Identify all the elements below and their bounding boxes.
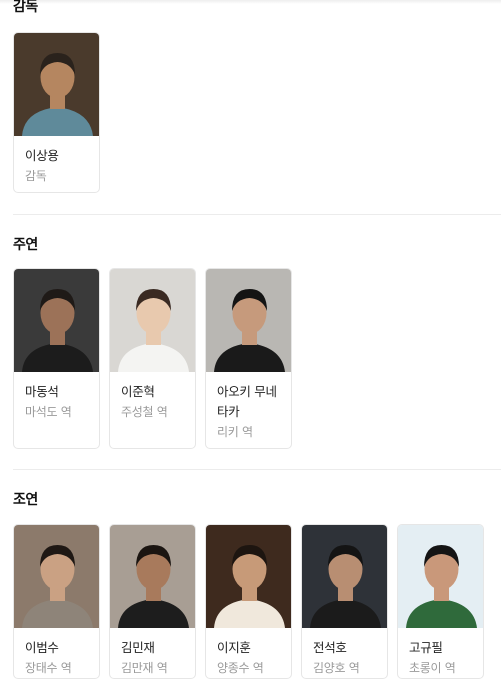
person-role: 양종수 역 xyxy=(217,661,264,675)
person-photo[interactable] xyxy=(206,269,291,372)
person-name[interactable]: 마동석 xyxy=(25,382,99,402)
portrait-image xyxy=(110,269,195,372)
person-name[interactable]: 고규필 xyxy=(409,638,483,658)
person-name[interactable]: 이지훈 xyxy=(217,638,291,658)
person-role: 마석도 역 xyxy=(25,405,72,419)
person-info: 마동석 마석도 역 xyxy=(14,372,99,422)
person-info: 아오키 무네타카 리키 역 xyxy=(206,372,291,442)
person-role: 주성철 역 xyxy=(121,405,168,419)
portrait-image xyxy=(14,525,99,628)
person-photo[interactable] xyxy=(14,269,99,372)
person-name[interactable]: 김민재 xyxy=(121,638,195,658)
person-photo[interactable] xyxy=(398,525,483,628)
person-name[interactable]: 전석호 xyxy=(313,638,387,658)
person-info: 이상용 감독 xyxy=(14,136,99,186)
person-info: 전석호 김양호 역 xyxy=(302,628,387,678)
person-card[interactable]: 이준혁 주성철 역 xyxy=(109,268,196,449)
person-name[interactable]: 이준혁 xyxy=(121,382,195,402)
portrait-image xyxy=(14,269,99,372)
person-photo[interactable] xyxy=(14,525,99,628)
person-photo[interactable] xyxy=(302,525,387,628)
person-card[interactable]: 마동석 마석도 역 xyxy=(13,268,100,449)
section-divider xyxy=(13,469,501,470)
person-info: 이준혁 주성철 역 xyxy=(110,372,195,422)
person-name[interactable]: 이범수 xyxy=(25,638,99,658)
person-info: 이지훈 양종수 역 xyxy=(206,628,291,678)
person-card[interactable]: 이상용 감독 xyxy=(13,32,100,193)
person-photo[interactable] xyxy=(14,33,99,136)
section-supporting-cast: 조연 이범수 장태수 역 김민재 김만재 역 이지훈 양종수 역 전석호 김양호… xyxy=(13,489,501,697)
person-info: 고규필 초롱이 역 xyxy=(398,628,483,678)
person-info: 김민재 김만재 역 xyxy=(110,628,195,678)
portrait-image xyxy=(110,525,195,628)
person-role: 김만재 역 xyxy=(121,661,168,675)
portrait-image xyxy=(302,525,387,628)
person-name[interactable]: 아오키 무네타카 xyxy=(217,382,281,422)
person-card[interactable]: 고규필 초롱이 역 xyxy=(397,524,484,679)
section-title: 감독 xyxy=(13,0,38,15)
card-row: 이범수 장태수 역 김민재 김만재 역 이지훈 양종수 역 전석호 김양호 역 xyxy=(13,524,484,679)
person-card[interactable]: 이범수 장태수 역 xyxy=(13,524,100,679)
person-card[interactable]: 전석호 김양호 역 xyxy=(301,524,388,679)
section-director: 감독 이상용 감독 xyxy=(13,0,501,196)
section-divider xyxy=(13,214,501,215)
person-photo[interactable] xyxy=(206,525,291,628)
card-row: 이상용 감독 xyxy=(13,32,100,193)
section-title: 주연 xyxy=(13,237,38,253)
portrait-image xyxy=(14,33,99,136)
portrait-image xyxy=(206,269,291,372)
section-title: 조연 xyxy=(13,492,38,508)
person-card[interactable]: 김민재 김만재 역 xyxy=(109,524,196,679)
person-role: 감독 xyxy=(25,169,47,183)
person-role: 장태수 역 xyxy=(25,661,72,675)
person-role: 초롱이 역 xyxy=(409,661,456,675)
person-name[interactable]: 이상용 xyxy=(25,146,99,166)
person-photo[interactable] xyxy=(110,525,195,628)
person-info: 이범수 장태수 역 xyxy=(14,628,99,678)
person-card[interactable]: 이지훈 양종수 역 xyxy=(205,524,292,679)
person-card[interactable]: 아오키 무네타카 리키 역 xyxy=(205,268,292,449)
person-photo[interactable] xyxy=(110,269,195,372)
portrait-image xyxy=(398,525,483,628)
person-role: 김양호 역 xyxy=(313,661,360,675)
section-lead-cast: 주연 마동석 마석도 역 이준혁 주성철 역 아오키 무네타카 리키 역 xyxy=(13,234,501,454)
person-role: 리키 역 xyxy=(217,425,253,439)
portrait-image xyxy=(206,525,291,628)
card-row: 마동석 마석도 역 이준혁 주성철 역 아오키 무네타카 리키 역 xyxy=(13,268,292,449)
